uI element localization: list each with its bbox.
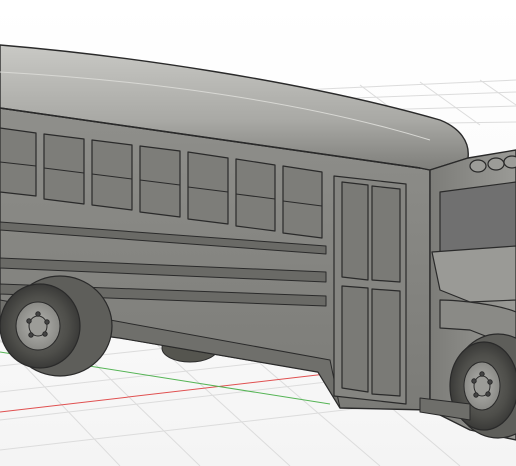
windshield xyxy=(439,181,516,253)
rear-door xyxy=(333,175,407,405)
rear-wheel-icon xyxy=(0,275,113,377)
3d-viewport[interactable] xyxy=(0,0,516,466)
viewport-canvas[interactable] xyxy=(0,0,516,466)
bus-model[interactable] xyxy=(0,44,516,441)
